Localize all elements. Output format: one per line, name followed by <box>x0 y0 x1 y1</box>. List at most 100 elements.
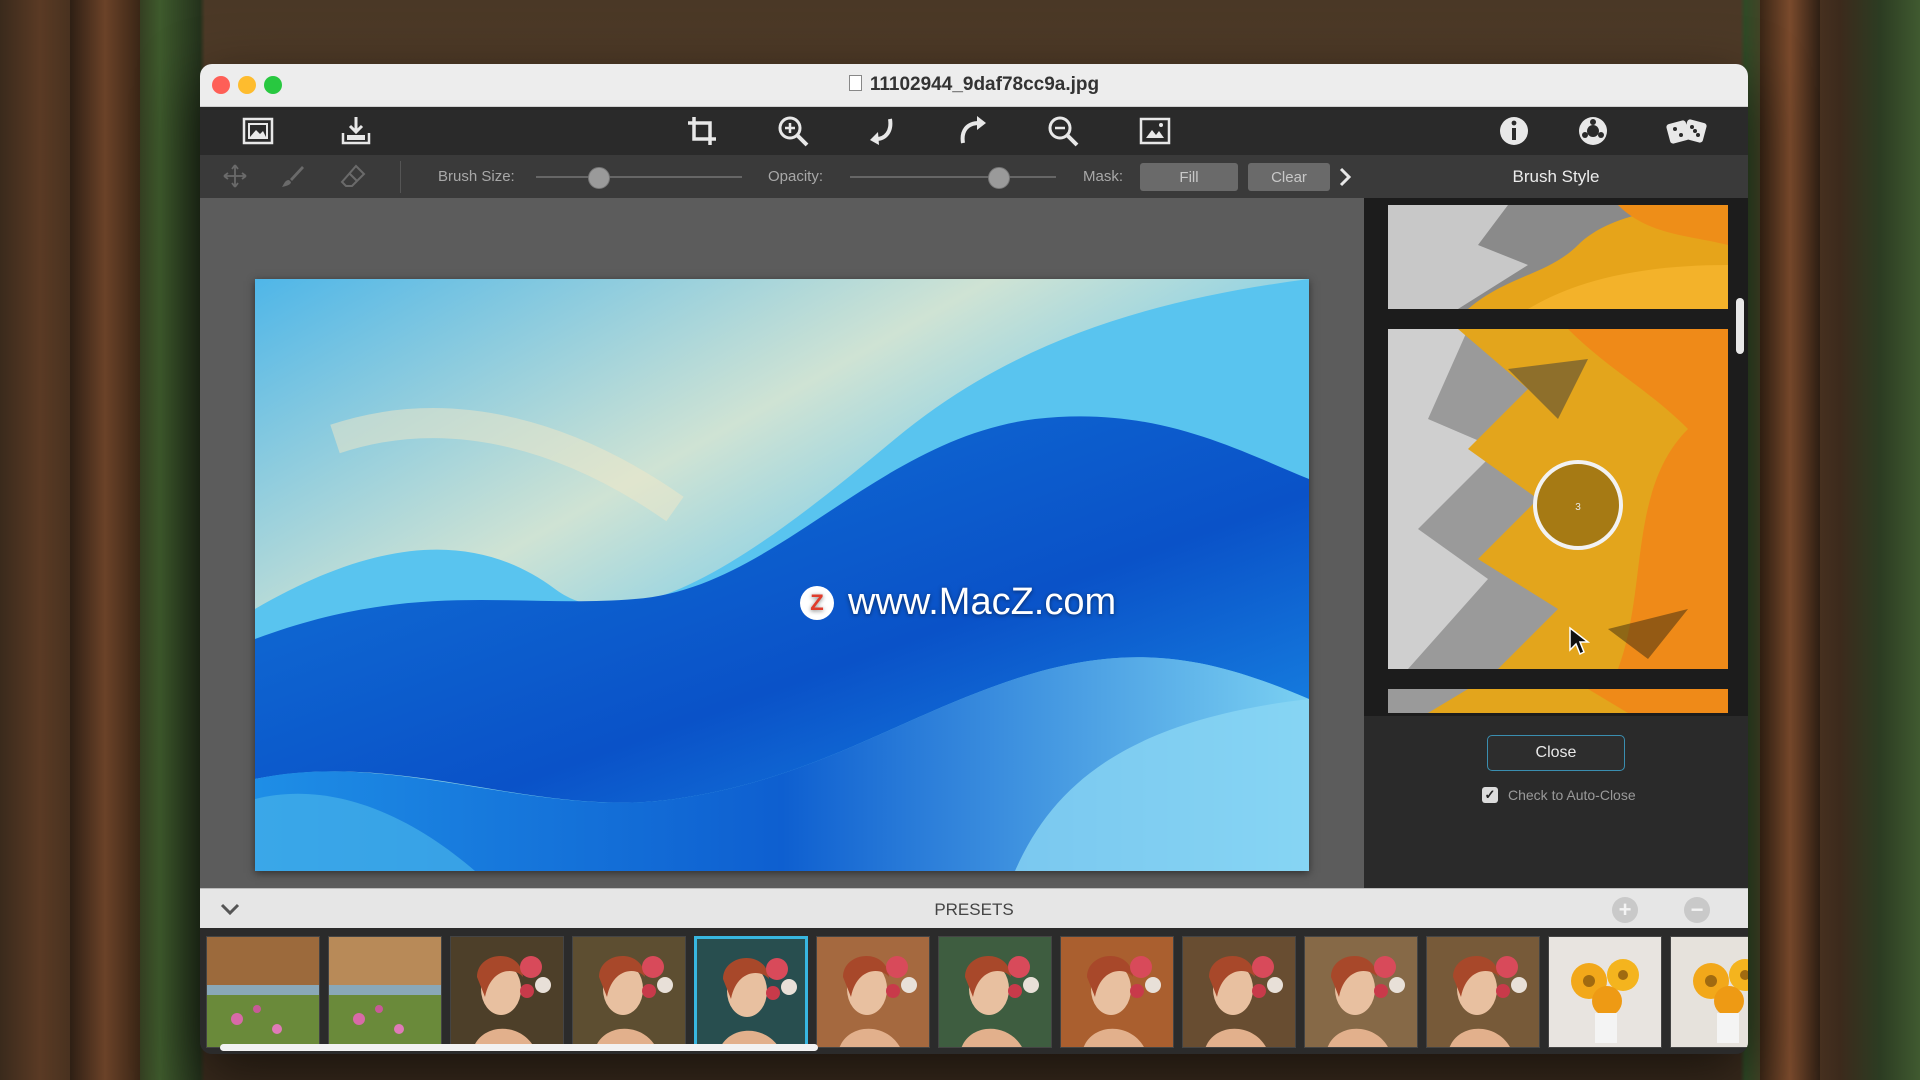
app-window: 11102944_9daf78cc9a.jpg Brush Size: Opac… <box>200 64 1748 1054</box>
preset-preview-image <box>939 937 1051 1047</box>
redo-icon <box>960 116 986 144</box>
preset-item[interactable]: 02 BrushedLight <box>572 936 688 1054</box>
brush-size-slider[interactable] <box>536 176 742 178</box>
preset-item[interactable]: 00 AgedPaint Light <box>328 936 444 1054</box>
auto-close-option[interactable]: ✓ Check to Auto-Close <box>1482 787 1636 803</box>
presets-title: PRESETS <box>934 900 1014 919</box>
move-icon[interactable] <box>222 163 248 189</box>
remove-preset-button[interactable]: − <box>1684 897 1710 923</box>
presets-header: PRESETS + − <box>200 888 1748 929</box>
presets-strip[interactable]: 00 AgedPaint Dark00 AgedPaint Light01 Ar… <box>200 928 1748 1054</box>
preset-item[interactable]: 04 DazzleLight <box>816 936 932 1054</box>
preset-thumbnail[interactable] <box>328 936 442 1048</box>
document-icon <box>848 75 862 91</box>
preset-thumbnail[interactable] <box>1670 936 1748 1048</box>
brush-style-preview-image <box>1388 205 1728 309</box>
preset-item[interactable]: 03 SilverLining <box>694 936 810 1054</box>
preset-item[interactable]: 09 ThickPaint <box>1426 936 1542 1054</box>
brush-icon[interactable] <box>280 163 306 189</box>
fit-to-screen-icon <box>1139 117 1171 145</box>
auto-close-label: Check to Auto-Close <box>1508 787 1636 803</box>
zoom-out-icon <box>1048 116 1079 147</box>
preset-thumbnail[interactable] <box>572 936 686 1048</box>
save-export-icon <box>341 117 371 145</box>
preset-preview-image <box>1549 937 1661 1047</box>
settings-button[interactable] <box>1573 113 1613 149</box>
crop-button[interactable] <box>682 113 722 149</box>
brush-selection-ring[interactable]: 3 <box>1533 460 1623 550</box>
preset-item[interactable]: 10 DustyLilac <box>1548 936 1664 1054</box>
settings-icon <box>1579 117 1607 145</box>
preset-item[interactable]: 05 FairyLights <box>938 936 1054 1054</box>
preset-thumbnail[interactable] <box>1426 936 1540 1048</box>
auto-close-checkbox[interactable]: ✓ <box>1482 787 1498 803</box>
preset-thumbnail[interactable] <box>206 936 320 1048</box>
info-button[interactable] <box>1494 113 1534 149</box>
preset-thumbnail[interactable] <box>1060 936 1174 1048</box>
zoom-in-icon <box>778 116 809 147</box>
info-icon <box>1500 117 1528 145</box>
watermark: Z www.MacZ.com <box>800 581 1116 624</box>
preset-thumbnail[interactable] <box>938 936 1052 1048</box>
preset-thumbnail[interactable] <box>1182 936 1296 1048</box>
painted-wave-image <box>255 279 1309 871</box>
brush-style-panel-title: Brush Style <box>1512 166 1600 186</box>
mouse-cursor-icon <box>1569 626 1590 656</box>
mask-fill-button[interactable]: Fill <box>1140 163 1238 191</box>
preset-preview-image <box>1671 937 1748 1047</box>
brush-style-preview-image <box>1388 689 1728 713</box>
opacity-slider-knob[interactable] <box>988 167 1011 189</box>
preset-item[interactable]: 01 ArtisticTouch <box>450 936 566 1054</box>
redo-button[interactable] <box>953 113 993 149</box>
brush-list-scrollbar[interactable] <box>1736 298 1744 354</box>
preset-preview-image <box>697 939 805 1045</box>
mask-label: Mask: <box>1083 168 1124 185</box>
brush-style-thumbnail[interactable] <box>1388 205 1728 309</box>
preset-preview-image <box>1183 937 1295 1047</box>
window-title-wrap: 11102944_9daf78cc9a.jpg <box>200 74 1748 96</box>
brush-options-bar: Brush Size: Opacity: Mask: Fill Clear Br… <box>200 155 1748 199</box>
preset-item[interactable]: 08 MottledStrokes <box>1304 936 1420 1054</box>
preset-preview-image <box>817 937 929 1047</box>
eraser-icon[interactable] <box>340 163 366 189</box>
undo-button[interactable] <box>862 113 902 149</box>
chevron-right-icon[interactable] <box>1334 163 1356 191</box>
brush-style-thumbnail[interactable] <box>1388 689 1728 713</box>
preset-thumbnail[interactable] <box>1304 936 1418 1048</box>
preset-thumbnail[interactable] <box>816 936 930 1048</box>
preset-thumbnail[interactable] <box>1548 936 1662 1048</box>
preset-item[interactable]: 07 MottledLight <box>1182 936 1298 1054</box>
opacity-slider[interactable] <box>850 176 1056 178</box>
preset-thumbnail[interactable] <box>694 936 808 1048</box>
save-export-button[interactable] <box>336 113 376 149</box>
random-dice-icon <box>1666 119 1707 144</box>
fit-to-screen-button[interactable] <box>1135 113 1175 149</box>
zoom-out-button[interactable] <box>1043 113 1083 149</box>
add-preset-button[interactable]: + <box>1612 897 1638 923</box>
brush-style-list[interactable]: 3 <box>1364 198 1748 716</box>
zoom-in-button[interactable] <box>773 113 813 149</box>
toolbar-divider <box>400 161 401 193</box>
mask-clear-button[interactable]: Clear <box>1248 163 1330 191</box>
open-image-icon <box>242 117 274 145</box>
open-image-button[interactable] <box>238 113 278 149</box>
preset-preview-image <box>1061 937 1173 1047</box>
background-tree-trunk <box>1760 0 1820 1080</box>
random-button[interactable] <box>1663 113 1711 149</box>
close-panel-button[interactable]: Close <box>1487 735 1625 771</box>
opacity-label: Opacity: <box>768 168 824 185</box>
main-toolbar <box>200 107 1748 155</box>
preset-preview-image <box>451 937 563 1047</box>
brush-size-label: Brush Size: <box>438 168 515 185</box>
presets-scrollbar[interactable] <box>220 1044 818 1051</box>
crop-icon <box>688 117 716 145</box>
preset-item[interactable]: 06 LightDepth <box>1060 936 1176 1054</box>
preset-thumbnail[interactable] <box>450 936 564 1048</box>
main-image[interactable]: Z www.MacZ.com <box>255 279 1309 871</box>
preset-item[interactable]: 00 AgedPaint Dark <box>206 936 322 1054</box>
canvas-area: Z www.MacZ.com <box>200 198 1364 888</box>
brush-size-slider-knob[interactable] <box>587 167 610 189</box>
brush-style-thumbnail-selected[interactable]: 3 <box>1388 329 1728 669</box>
preset-item[interactable]: 11 FadirLight <box>1670 936 1748 1054</box>
preset-preview-image <box>207 937 319 1047</box>
